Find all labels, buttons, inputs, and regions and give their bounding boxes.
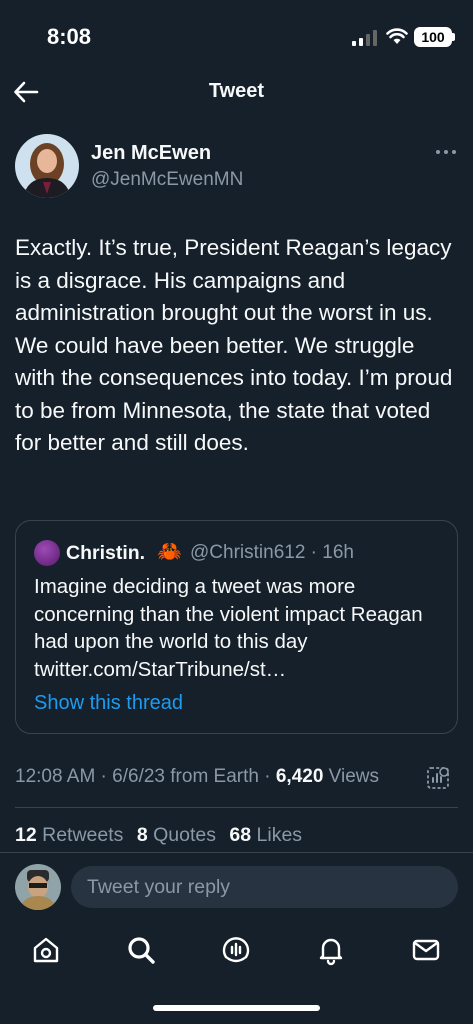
page-title: Tweet: [208, 80, 265, 102]
views-count: 6,420: [275, 766, 324, 787]
tweet-text: Exactly. It’s true, President Reagan’s l…: [15, 235, 453, 455]
tweet-meta: 12:08 AM · 6/6/23 from Earth · 6,420 Vie…: [15, 766, 379, 788]
show-thread-link[interactable]: Show this thread: [34, 692, 183, 715]
user-avatar[interactable]: [15, 864, 61, 910]
quoted-author-avatar: [34, 540, 60, 566]
home-indicator: [153, 1005, 320, 1011]
top-nav: Tweet: [0, 68, 473, 116]
more-options-icon[interactable]: [434, 144, 458, 160]
divider: [15, 807, 458, 808]
spaces-icon[interactable]: [220, 934, 252, 966]
views-label: Views: [323, 766, 380, 787]
divider: [0, 852, 473, 853]
home-icon[interactable]: [30, 934, 62, 966]
quoted-tweet-text: Imagine deciding a tweet was more concer…: [34, 575, 423, 681]
author-handle[interactable]: @JenMcEwenMN: [91, 169, 243, 191]
quoted-handle-time: @Christin612 · 16h: [190, 542, 354, 563]
author-avatar[interactable]: [15, 134, 79, 198]
retweets-count[interactable]: 12 Retweets: [15, 824, 123, 846]
search-icon[interactable]: [125, 934, 157, 966]
status-bar: 8:08 100: [0, 0, 473, 68]
likes-count[interactable]: 68 Likes: [229, 824, 302, 846]
notifications-icon[interactable]: [315, 934, 347, 966]
battery-tip: [452, 33, 455, 41]
analytics-icon[interactable]: [426, 766, 450, 790]
cellular-signal-icon: [352, 30, 377, 46]
reply-input[interactable]: [71, 866, 458, 908]
quoted-author-name: Christin.: [66, 542, 146, 564]
battery-indicator: 100: [414, 27, 452, 47]
bottom-tab-bar: [0, 922, 473, 982]
tweet-timestamp: 12:08 AM · 6/6/23 from Earth ·: [15, 766, 276, 787]
wifi-icon: [386, 28, 408, 44]
engagement-counts: 12 Retweets 8 Quotes 68 Likes: [15, 824, 310, 847]
crab-emoji: 🦀: [157, 541, 182, 563]
status-time: 8:08: [47, 24, 92, 49]
quotes-count[interactable]: 8 Quotes: [137, 824, 216, 846]
messages-icon[interactable]: [410, 934, 442, 966]
author-name[interactable]: Jen McEwen: [91, 142, 211, 165]
quoted-tweet-card[interactable]: Christin. 🦀 @Christin612 · 16h Imagine d…: [15, 520, 458, 734]
